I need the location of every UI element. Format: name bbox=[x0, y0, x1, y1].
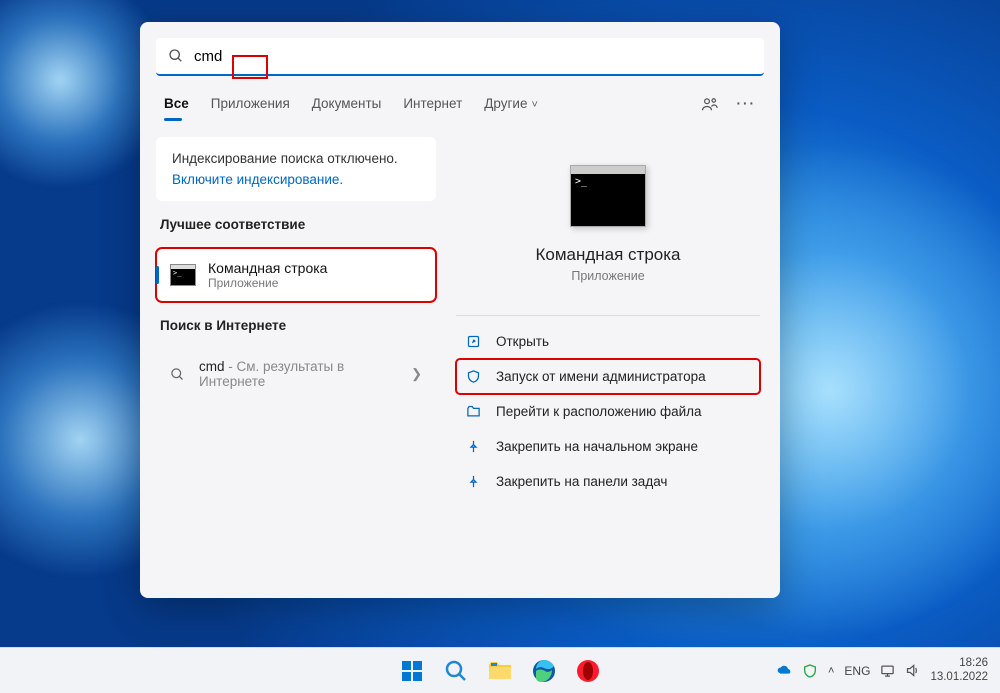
action-label: Открыть bbox=[496, 334, 549, 349]
tab-all[interactable]: Все bbox=[164, 88, 189, 121]
taskbar-explorer-button[interactable] bbox=[481, 652, 519, 690]
taskbar-edge-button[interactable] bbox=[525, 652, 563, 690]
search-input[interactable] bbox=[194, 48, 752, 65]
action-label: Закрепить на панели задач bbox=[496, 474, 667, 489]
folder-icon bbox=[464, 404, 482, 419]
web-result-text: cmd - См. результаты в Интернете bbox=[199, 359, 397, 389]
search-icon bbox=[168, 48, 184, 64]
enable-indexing-link[interactable]: Включите индексирование. bbox=[172, 172, 420, 187]
pin-icon bbox=[464, 474, 482, 489]
action-pin-start[interactable]: Закрепить на начальном экране bbox=[456, 429, 760, 464]
taskbar: ˄ ENG 18:26 13.01.2022 bbox=[0, 647, 1000, 693]
action-label: Перейти к расположению файла bbox=[496, 404, 702, 419]
preview-title: Командная строка bbox=[535, 245, 680, 265]
action-file-location[interactable]: Перейти к расположению файла bbox=[456, 394, 760, 429]
action-open[interactable]: Открыть bbox=[456, 324, 760, 359]
tray-expand-icon[interactable]: ˄ bbox=[828, 665, 834, 677]
search-icon bbox=[170, 367, 185, 382]
account-icon[interactable] bbox=[701, 96, 719, 114]
indexing-message: Индексирование поиска отключено. bbox=[172, 151, 420, 166]
indexing-notice: Индексирование поиска отключено. Включит… bbox=[156, 137, 436, 201]
cmd-preview-icon bbox=[570, 165, 646, 227]
tray-clock[interactable]: 18:26 13.01.2022 bbox=[930, 657, 992, 685]
action-pin-taskbar[interactable]: Закрепить на панели задач bbox=[456, 464, 760, 499]
action-label: Закрепить на начальном экране bbox=[496, 439, 698, 454]
action-run-as-admin[interactable]: Запуск от имени администратора bbox=[456, 359, 760, 394]
tab-web[interactable]: Интернет bbox=[403, 88, 462, 121]
result-title: Командная строка bbox=[208, 260, 327, 276]
selection-indicator bbox=[156, 266, 159, 284]
more-options-icon[interactable]: ··· bbox=[737, 96, 757, 114]
divider bbox=[456, 315, 760, 316]
taskbar-opera-button[interactable] bbox=[569, 652, 607, 690]
open-icon bbox=[464, 334, 482, 349]
web-search-heading: Поиск в Интернете bbox=[156, 314, 436, 337]
search-tabs: Все Приложения Документы Интернет Другие… bbox=[140, 84, 780, 121]
start-button[interactable] bbox=[393, 652, 431, 690]
tray-language[interactable]: ENG bbox=[844, 664, 870, 678]
best-match-heading: Лучшее соответствие bbox=[156, 213, 436, 236]
tray-onedrive-icon[interactable] bbox=[776, 663, 792, 679]
web-result-item[interactable]: cmd - См. результаты в Интернете ❯ bbox=[156, 349, 436, 399]
tab-more[interactable]: Другие bbox=[484, 88, 538, 121]
search-bar[interactable] bbox=[156, 38, 764, 76]
taskbar-search-button[interactable] bbox=[437, 652, 475, 690]
result-subtitle: Приложение bbox=[208, 276, 327, 290]
results-column: Индексирование поиска отключено. Включит… bbox=[156, 137, 436, 582]
pin-icon bbox=[464, 439, 482, 454]
tab-documents[interactable]: Документы bbox=[312, 88, 382, 121]
cmd-app-icon bbox=[170, 264, 196, 286]
tray-security-icon[interactable] bbox=[802, 663, 818, 679]
tray-network-icon[interactable] bbox=[880, 663, 895, 678]
search-panel: Все Приложения Документы Интернет Другие… bbox=[140, 22, 780, 598]
result-command-prompt[interactable]: Командная строка Приложение bbox=[156, 248, 436, 302]
tray-volume-icon[interactable] bbox=[905, 663, 920, 678]
action-label: Запуск от имени администратора bbox=[496, 369, 706, 384]
preview-pane: Командная строка Приложение Открыть Запу… bbox=[436, 137, 780, 582]
tab-apps[interactable]: Приложения bbox=[211, 88, 290, 121]
shield-icon bbox=[464, 369, 482, 384]
chevron-right-icon: ❯ bbox=[411, 366, 422, 382]
preview-subtitle: Приложение bbox=[571, 269, 644, 283]
